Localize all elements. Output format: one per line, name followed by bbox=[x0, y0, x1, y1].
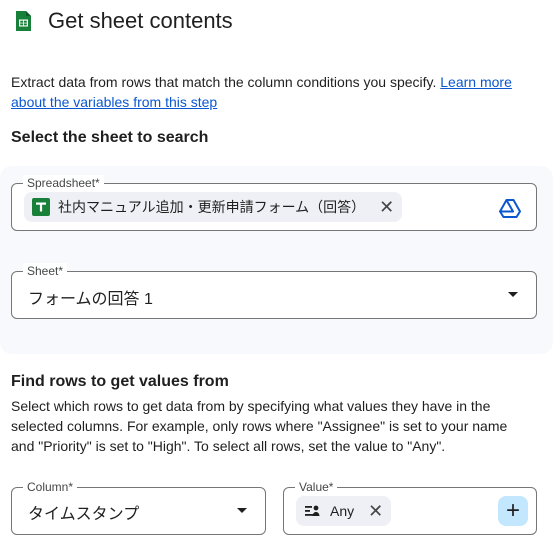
select-sheet-heading: Select the sheet to search bbox=[11, 129, 209, 146]
sheet-label: Sheet* bbox=[23, 263, 68, 279]
add-value-button[interactable]: + bbox=[498, 496, 528, 526]
chevron-down-icon[interactable] bbox=[237, 508, 247, 513]
sheet-value: フォームの回答 1 bbox=[28, 291, 153, 308]
column-value: タイムスタンプ bbox=[28, 506, 140, 523]
google-sheets-icon bbox=[12, 10, 34, 32]
sheets-file-icon bbox=[32, 198, 50, 216]
find-rows-heading: Find rows to get values from bbox=[11, 373, 229, 390]
spreadsheet-chip[interactable]: 社内マニュアル追加・更新申請フォーム（回答） ✕ bbox=[24, 192, 403, 222]
description-text: Extract data from rows that match the co… bbox=[11, 74, 441, 90]
spreadsheet-name: 社内マニュアル追加・更新申請フォーム（回答） bbox=[58, 199, 366, 215]
filter-list-icon bbox=[304, 503, 320, 519]
value-label: Value* bbox=[295, 479, 338, 495]
header: Get sheet contents bbox=[12, 8, 233, 34]
plus-icon: + bbox=[505, 497, 520, 524]
remove-value-icon[interactable]: ✕ bbox=[368, 502, 383, 520]
column-select[interactable]: Column* タイムスタンプ bbox=[11, 479, 266, 535]
value-field[interactable]: Value* Any ✕ + bbox=[283, 479, 537, 535]
sheet-select[interactable]: Sheet* フォームの回答 1 bbox=[11, 263, 537, 319]
spreadsheet-field[interactable]: Spreadsheet* 社内マニュアル追加・更新申請フォーム（回答） ✕ bbox=[11, 175, 537, 231]
chevron-down-icon[interactable] bbox=[508, 292, 518, 297]
spreadsheet-label: Spreadsheet* bbox=[23, 175, 104, 191]
google-drive-icon[interactable] bbox=[498, 196, 522, 220]
step-description: Extract data from rows that match the co… bbox=[11, 72, 541, 112]
any-value-chip[interactable]: Any ✕ bbox=[296, 496, 392, 526]
find-rows-description: Select which rows to get data from by sp… bbox=[11, 398, 508, 454]
column-label: Column* bbox=[23, 479, 78, 495]
page-title: Get sheet contents bbox=[48, 8, 233, 33]
remove-spreadsheet-icon[interactable]: ✕ bbox=[379, 198, 394, 216]
any-value-label: Any bbox=[330, 503, 355, 519]
